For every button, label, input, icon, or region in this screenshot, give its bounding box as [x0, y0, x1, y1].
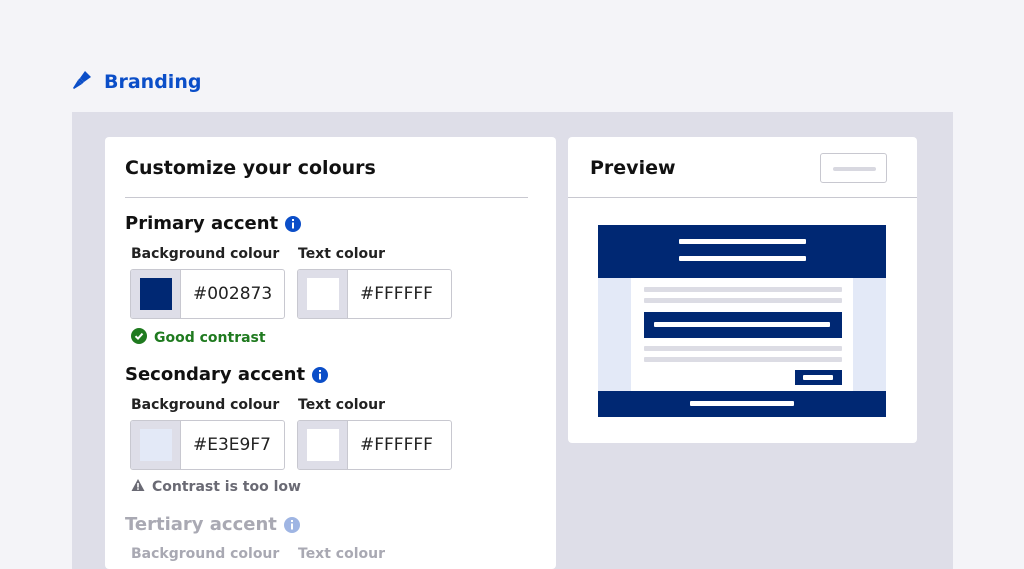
preview-footer-block — [598, 391, 886, 417]
colour-swatch — [306, 278, 339, 310]
customize-title: Customize your colours — [125, 157, 376, 179]
secondary-contrast-status: Contrast is too low — [131, 478, 301, 496]
colour-swatch — [139, 278, 172, 310]
primary-bg-label: Background colour — [131, 246, 280, 262]
text-line — [679, 239, 806, 244]
colour-swatch — [306, 429, 339, 461]
colour-swatch — [139, 429, 172, 461]
tertiary-accent-title: Tertiary accent — [125, 514, 277, 535]
preview-header-block — [598, 225, 886, 278]
colour-swatch-button[interactable] — [298, 270, 348, 318]
status-text: Contrast is too low — [152, 479, 301, 495]
primary-bg-colour-input[interactable]: #002873 — [130, 269, 285, 319]
hex-value[interactable]: #E3E9F7 — [181, 421, 284, 469]
email-preview-mockup — [598, 225, 886, 417]
preview-toggle-button[interactable] — [820, 153, 887, 183]
divider — [568, 197, 917, 198]
primary-text-label: Text colour — [298, 246, 385, 262]
tertiary-accent-heading: Tertiary accent — [125, 514, 300, 535]
primary-text-colour-input[interactable]: #FFFFFF — [297, 269, 452, 319]
preview-card: Preview — [568, 137, 917, 443]
preview-body-block — [631, 278, 853, 391]
hex-value[interactable]: #FFFFFF — [348, 421, 451, 469]
page-title: Branding — [104, 71, 202, 93]
page-header: Branding — [72, 70, 201, 94]
colour-swatch-button[interactable] — [298, 421, 348, 469]
secondary-accent-title: Secondary accent — [125, 364, 306, 385]
tertiary-text-label: Text colour — [298, 546, 385, 562]
secondary-bg-colour-input[interactable]: #E3E9F7 — [130, 420, 285, 470]
primary-accent-heading: Primary accent — [125, 213, 302, 234]
secondary-accent-heading: Secondary accent — [125, 364, 329, 385]
text-line — [644, 346, 842, 351]
text-line — [644, 287, 842, 292]
primary-contrast-status: Good contrast — [131, 328, 266, 348]
customize-colours-card: Customize your colours Primary accent Ba… — [105, 137, 556, 569]
secondary-bg-label: Background colour — [131, 397, 280, 413]
primary-accent-title: Primary accent — [125, 213, 279, 234]
divider — [125, 197, 528, 198]
secondary-text-colour-input[interactable]: #FFFFFF — [297, 420, 452, 470]
pen-nib-icon — [72, 70, 92, 94]
text-line — [803, 375, 833, 380]
preview-title: Preview — [590, 157, 676, 179]
placeholder-bar — [833, 167, 876, 171]
hex-value[interactable]: #FFFFFF — [348, 270, 451, 318]
info-icon[interactable] — [285, 215, 302, 232]
secondary-text-label: Text colour — [298, 397, 385, 413]
status-text: Good contrast — [154, 330, 266, 346]
info-icon — [283, 516, 300, 533]
text-line — [679, 256, 806, 261]
warning-icon — [131, 478, 145, 496]
text-line — [644, 298, 842, 303]
preview-banner — [644, 312, 842, 338]
preview-button — [795, 370, 842, 385]
check-circle-icon — [131, 328, 147, 348]
tertiary-bg-label: Background colour — [131, 546, 280, 562]
text-line — [644, 357, 842, 362]
info-icon[interactable] — [312, 366, 329, 383]
colour-swatch-button[interactable] — [131, 270, 181, 318]
text-line — [690, 401, 794, 406]
colour-swatch-button[interactable] — [131, 421, 181, 469]
text-line — [654, 322, 830, 327]
hex-value[interactable]: #002873 — [181, 270, 284, 318]
